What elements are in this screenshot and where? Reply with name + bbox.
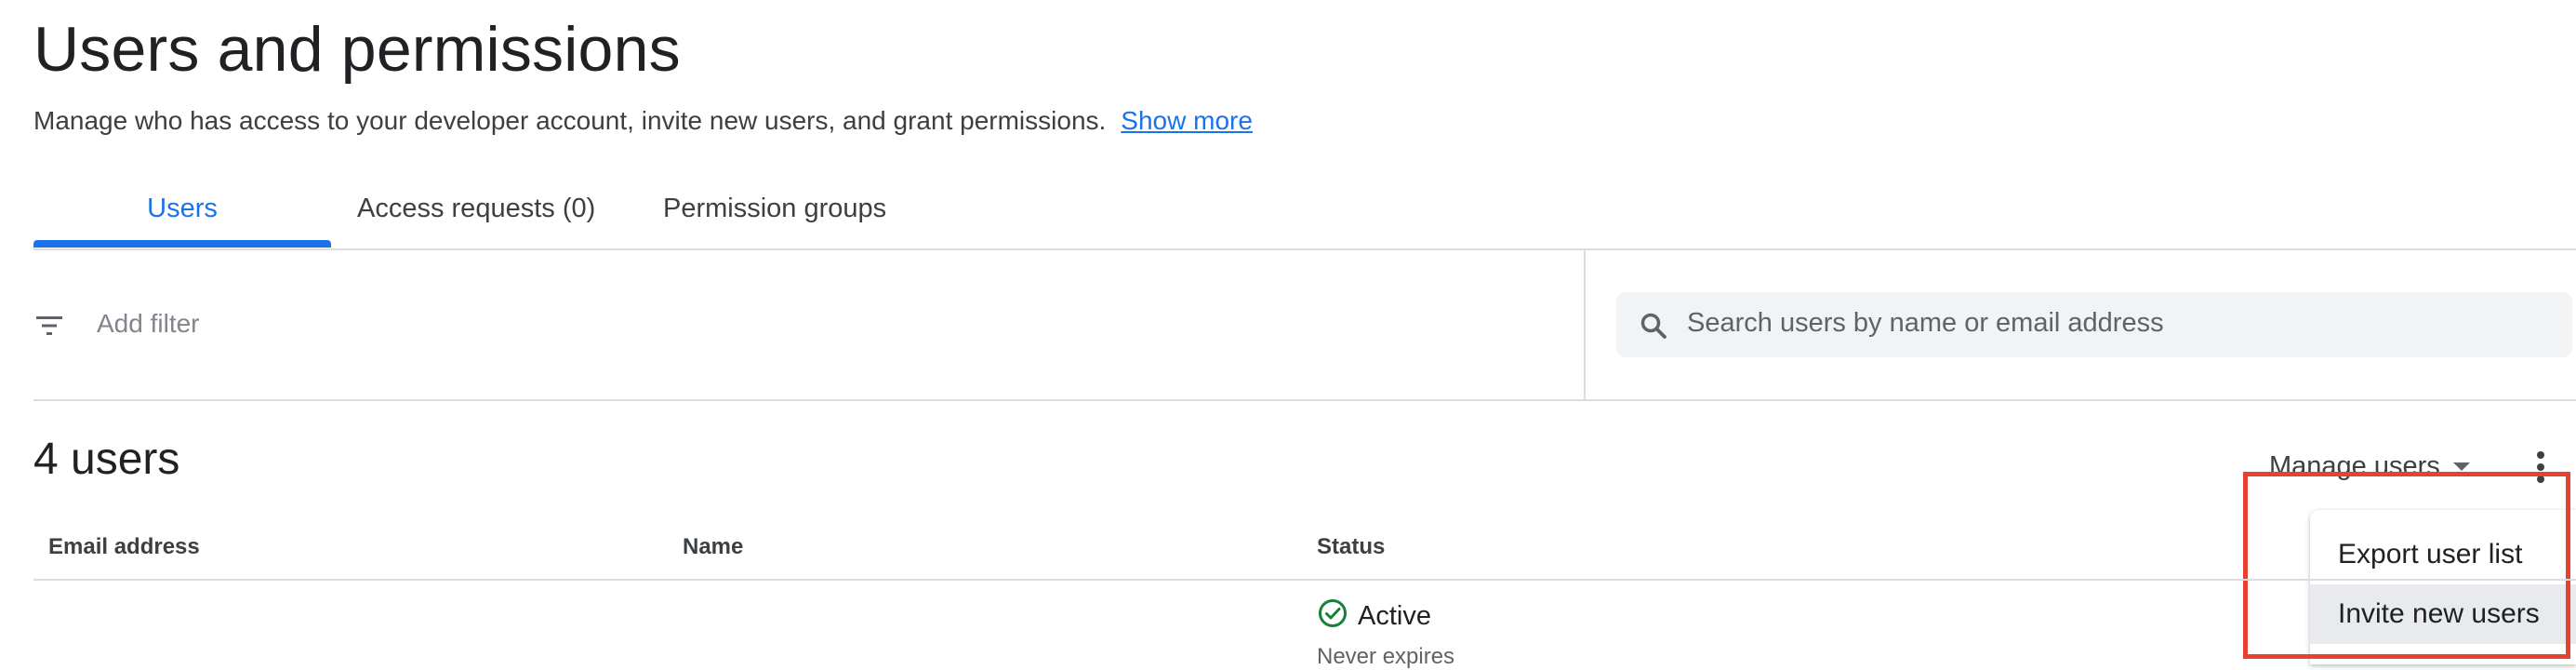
filter-vertical-divider xyxy=(1584,250,1586,399)
search-placeholder: Search users by name or email address xyxy=(1687,308,2164,338)
search-icon xyxy=(1639,311,1668,345)
check-circle-icon xyxy=(1317,597,1348,634)
status-text: Active xyxy=(1358,601,1431,631)
filter-list-icon[interactable] xyxy=(33,313,65,343)
highlight-box xyxy=(2243,472,2570,659)
active-tab-indicator xyxy=(33,240,331,248)
show-more-link[interactable]: Show more xyxy=(1121,106,1253,135)
page-description: Manage who has access to your developer … xyxy=(33,106,1253,136)
user-count-heading: 4 users xyxy=(33,435,180,484)
dropdown-caret-icon xyxy=(2452,462,2470,471)
add-filter-input[interactable]: Add filter xyxy=(97,309,200,339)
tab-permission-groups[interactable]: Permission groups xyxy=(663,194,886,224)
page-title: Users and permissions xyxy=(33,14,681,85)
description-text: Manage who has access to your developer … xyxy=(33,106,1107,135)
column-header-status[interactable]: Status xyxy=(1317,534,1385,560)
column-header-name[interactable]: Name xyxy=(683,534,743,560)
column-header-email[interactable]: Email address xyxy=(48,534,200,560)
tabs-divider xyxy=(33,248,2576,250)
tab-access-requests[interactable]: Access requests (0) xyxy=(357,194,595,224)
status-expiry: Never expires xyxy=(1317,644,1455,669)
tab-users[interactable]: Users xyxy=(33,194,331,224)
table-header-divider xyxy=(33,579,2576,581)
filter-bar-divider xyxy=(33,399,2576,401)
